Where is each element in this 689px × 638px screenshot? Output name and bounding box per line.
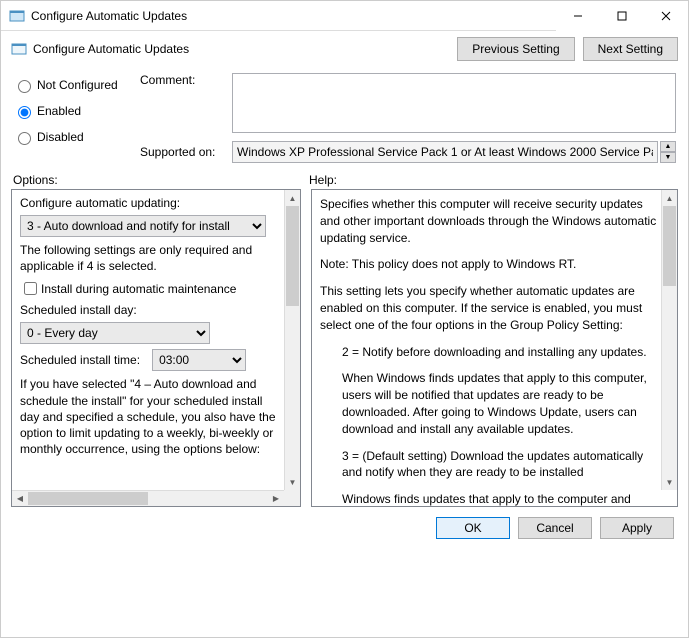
policy-header: Configure Automatic Updates Previous Set… bbox=[1, 31, 688, 67]
radio-not-configured-input[interactable] bbox=[18, 80, 31, 93]
options-tail: If you have selected "4 – Auto download … bbox=[20, 376, 285, 457]
scroll-up-icon[interactable]: ▲ bbox=[662, 190, 677, 206]
panes: Configure automatic updating: 3 - Auto d… bbox=[1, 189, 688, 507]
radio-disabled-label: Disabled bbox=[37, 130, 84, 144]
install-maintenance-row[interactable]: Install during automatic maintenance bbox=[20, 279, 285, 298]
help-p6: 3 = (Default setting) Download the updat… bbox=[320, 448, 659, 482]
scroll-up-icon[interactable]: ▲ bbox=[285, 190, 300, 206]
install-maintenance-checkbox[interactable] bbox=[24, 282, 37, 295]
install-time-select[interactable]: 03:00 bbox=[152, 349, 246, 371]
radio-not-configured-label: Not Configured bbox=[37, 78, 118, 92]
install-day-select[interactable]: 0 - Every day bbox=[20, 322, 210, 344]
supported-row: ▲ ▼ bbox=[232, 141, 676, 163]
options-vscroll-thumb[interactable] bbox=[286, 206, 299, 306]
policy-title: Configure Automatic Updates bbox=[33, 42, 449, 56]
install-maintenance-label: Install during automatic maintenance bbox=[41, 282, 236, 296]
help-p7: Windows finds updates that apply to the … bbox=[320, 491, 659, 508]
help-p3: This setting lets you specify whether au… bbox=[320, 283, 659, 333]
comment-label: Comment: bbox=[140, 73, 220, 139]
help-vscroll[interactable]: ▲ ▼ bbox=[661, 190, 677, 490]
previous-setting-button[interactable]: Previous Setting bbox=[457, 37, 574, 61]
options-content: Configure automatic updating: 3 - Auto d… bbox=[12, 190, 300, 506]
help-label: Help: bbox=[309, 173, 337, 187]
comment-textarea[interactable] bbox=[232, 73, 676, 133]
config-section: Not Configured Enabled Disabled Comment:… bbox=[1, 67, 688, 169]
scroll-right-icon[interactable]: ▶ bbox=[268, 491, 284, 506]
help-p1: Specifies whether this computer will rec… bbox=[320, 196, 659, 246]
configure-updating-label: Configure automatic updating: bbox=[20, 196, 285, 210]
supported-field bbox=[232, 141, 658, 163]
maximize-button[interactable] bbox=[600, 1, 644, 31]
install-time-label: Scheduled install time: bbox=[20, 353, 140, 367]
help-content: Specifies whether this computer will rec… bbox=[312, 190, 677, 524]
supported-scroll: ▲ ▼ bbox=[660, 141, 676, 163]
options-scroll-corner bbox=[284, 490, 300, 506]
scroll-left-icon[interactable]: ◀ bbox=[12, 491, 28, 506]
options-hscroll[interactable]: ◀ ▶ bbox=[12, 490, 284, 506]
supported-scroll-up[interactable]: ▲ bbox=[660, 141, 676, 152]
options-label: Options: bbox=[13, 173, 309, 187]
next-setting-button[interactable]: Next Setting bbox=[583, 37, 678, 61]
state-radios: Not Configured Enabled Disabled bbox=[13, 73, 128, 163]
help-vscroll-thumb[interactable] bbox=[663, 206, 676, 286]
window-title: Configure Automatic Updates bbox=[31, 9, 556, 23]
scroll-down-icon[interactable]: ▼ bbox=[285, 474, 300, 490]
app-icon bbox=[9, 8, 25, 24]
minimize-button[interactable] bbox=[556, 1, 600, 31]
close-button[interactable] bbox=[644, 1, 688, 31]
radio-enabled[interactable]: Enabled bbox=[13, 103, 128, 119]
options-note: The following settings are only required… bbox=[20, 242, 285, 274]
scroll-down-icon[interactable]: ▼ bbox=[662, 474, 677, 490]
radio-disabled-input[interactable] bbox=[18, 132, 31, 145]
options-pane: Configure automatic updating: 3 - Auto d… bbox=[11, 189, 301, 507]
supported-scroll-down[interactable]: ▼ bbox=[660, 152, 676, 163]
options-vscroll-track[interactable] bbox=[285, 206, 300, 474]
install-day-label: Scheduled install day: bbox=[20, 303, 285, 317]
field-values: ▲ ▼ bbox=[232, 73, 676, 163]
radio-not-configured[interactable]: Not Configured bbox=[13, 77, 128, 93]
help-pane: Specifies whether this computer will rec… bbox=[311, 189, 678, 507]
help-p5: When Windows finds updates that apply to… bbox=[320, 370, 659, 437]
radio-disabled[interactable]: Disabled bbox=[13, 129, 128, 145]
options-hscroll-track[interactable] bbox=[28, 491, 268, 506]
policy-icon bbox=[11, 41, 27, 57]
radio-enabled-input[interactable] bbox=[18, 106, 31, 119]
install-time-row: Scheduled install time: 03:00 bbox=[20, 349, 285, 371]
help-p4: 2 = Notify before downloading and instal… bbox=[320, 344, 659, 361]
help-vscroll-track[interactable] bbox=[662, 206, 677, 474]
configure-updating-select[interactable]: 3 - Auto download and notify for install bbox=[20, 215, 266, 237]
field-labels: Comment: Supported on: bbox=[140, 73, 220, 163]
title-bar: Configure Automatic Updates bbox=[1, 1, 688, 31]
supported-label: Supported on: bbox=[140, 139, 220, 159]
options-hscroll-thumb[interactable] bbox=[28, 492, 148, 505]
pane-labels: Options: Help: bbox=[1, 169, 688, 189]
options-vscroll[interactable]: ▲ ▼ bbox=[284, 190, 300, 490]
help-p2: Note: This policy does not apply to Wind… bbox=[320, 256, 659, 273]
radio-enabled-label: Enabled bbox=[37, 104, 81, 118]
